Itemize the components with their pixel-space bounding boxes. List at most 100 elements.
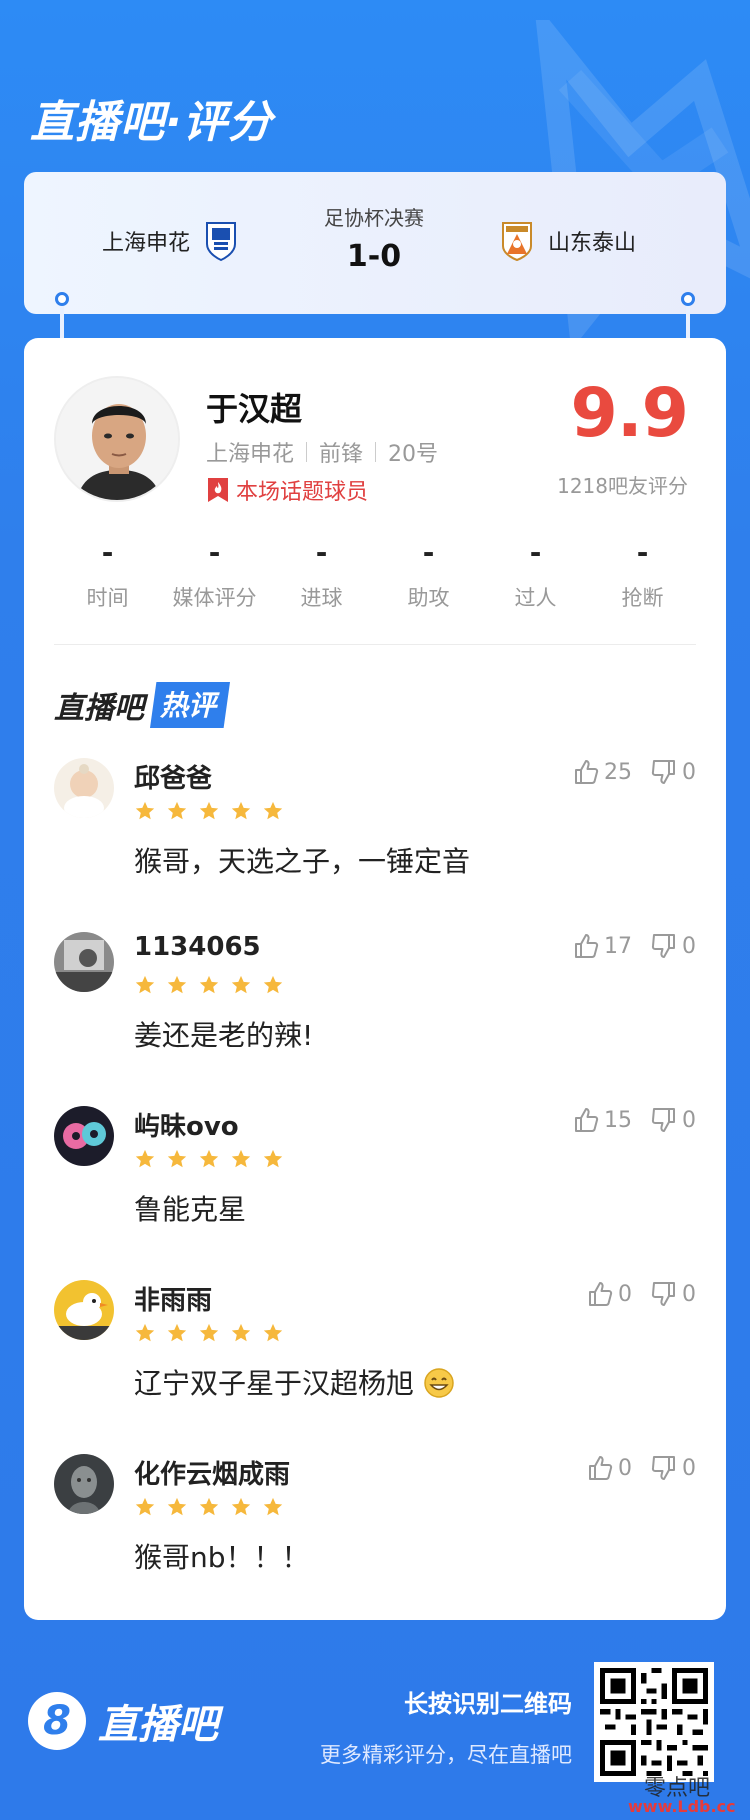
dislike-button[interactable]: 0 — [650, 1280, 696, 1308]
player-photo-icon — [56, 378, 178, 500]
qr-code-icon — [600, 1668, 708, 1776]
star-icon — [231, 1149, 251, 1168]
star-icon — [199, 1497, 219, 1516]
comment-item: 1134065 姜还是老的辣! 17 0 — [54, 924, 696, 1098]
comment-actions: 15 0 — [572, 1106, 696, 1134]
comment-actions: 17 0 — [572, 932, 696, 960]
star-icon — [231, 1323, 251, 1342]
star-icon — [199, 1149, 219, 1168]
player-meta: 上海申花 前锋 20号 — [206, 436, 438, 468]
dislike-count: 0 — [682, 1455, 696, 1481]
stat-label: 进球 — [300, 586, 343, 610]
thumbs-up-icon — [589, 1456, 613, 1480]
comment-text: 猴哥，天选之子，一锤定音 — [134, 845, 471, 878]
stat-item: - 进球 — [268, 536, 375, 612]
player-rating: 9.9 — [570, 374, 689, 453]
match-card: 上海申花 足协杯决赛 1-0 山东泰山 — [24, 172, 726, 314]
cartoon-avatar-icon — [54, 1106, 114, 1166]
stat-item: - 助攻 — [375, 536, 482, 612]
rating-count: 1218吧友评分 — [557, 474, 688, 498]
comment-actions: 0 0 — [586, 1280, 696, 1308]
comment-text-content: 辽宁双子星于汉超杨旭 — [134, 1367, 415, 1400]
player-position: 前锋 — [319, 442, 364, 467]
home-team[interactable]: 上海申花 — [102, 220, 238, 262]
star-icon — [263, 801, 283, 820]
match-score: 1-0 — [346, 239, 402, 274]
watermark-url: www.Ldb.cc — [628, 1797, 736, 1816]
star-icon — [167, 1149, 187, 1168]
stat-label: 抢断 — [621, 586, 664, 610]
comment-actions: 25 0 — [572, 758, 696, 786]
stat-item: - 抢断 — [589, 536, 696, 612]
thumbs-down-icon — [651, 1282, 675, 1306]
comment-username[interactable]: 化作云烟成雨 — [134, 1454, 290, 1491]
like-button[interactable]: 0 — [586, 1280, 632, 1308]
star-icon — [263, 1497, 283, 1516]
like-count: 0 — [618, 1281, 632, 1307]
stats-row: - 时间 - 媒体评分 - 进球 - 助攻 - 过人 - 抢断 — [54, 536, 696, 612]
thumbs-up-icon — [575, 1108, 599, 1132]
stat-value: - — [315, 536, 328, 569]
user-avatar[interactable] — [54, 1106, 114, 1166]
qr-subtitle: 更多精彩评分，尽在直播吧 — [320, 1743, 572, 1767]
comment-item: 非雨雨 辽宁双子星于汉超杨旭 0 0 — [54, 1272, 696, 1446]
grin-emoji-icon — [424, 1368, 454, 1398]
thumbs-up-icon — [575, 760, 599, 784]
dislike-button[interactable]: 0 — [650, 932, 696, 960]
qr-code[interactable] — [594, 1662, 714, 1782]
hot-player-label: 本场话题球员 — [236, 480, 369, 505]
comment-text: 姜还是老的辣! — [134, 1019, 314, 1052]
footer-logo: 8 直播吧 — [28, 1692, 218, 1750]
dislike-button[interactable]: 0 — [650, 1106, 696, 1134]
like-button[interactable]: 15 — [572, 1106, 632, 1134]
star-icon — [263, 1323, 283, 1342]
star-icon — [199, 1323, 219, 1342]
user-avatar[interactable] — [54, 932, 114, 992]
competition-label: 足协杯决赛 — [324, 206, 424, 230]
comment-username[interactable]: 邱爸爸 — [134, 758, 212, 795]
comment-list: 邱爸爸 猴哥，天选之子，一锤定音 25 0 1134065 姜还是老的辣! 17… — [54, 750, 696, 1620]
dislike-button[interactable]: 0 — [650, 758, 696, 786]
match-center: 足协杯决赛 1-0 — [274, 202, 474, 274]
like-button[interactable]: 25 — [572, 758, 632, 786]
qr-hint: 长按识别二维码 更多精彩评分，尽在直播吧 — [320, 1684, 572, 1769]
flame-badge-icon — [208, 478, 228, 502]
comment-text: 鲁能克星 — [134, 1193, 247, 1226]
thumbs-up-icon — [589, 1282, 613, 1306]
stat-item: - 媒体评分 — [161, 536, 268, 612]
comment-username[interactable]: 非雨雨 — [134, 1280, 212, 1317]
dislike-count: 0 — [682, 1281, 696, 1307]
away-team[interactable]: 山东泰山 — [500, 220, 636, 262]
star-icon — [135, 975, 155, 994]
comment-item: 屿昧ovo 鲁能克星 15 0 — [54, 1098, 696, 1272]
qr-title: 长按识别二维码 — [404, 1690, 572, 1718]
user-avatar[interactable] — [54, 1454, 114, 1514]
like-button[interactable]: 17 — [572, 932, 632, 960]
stat-value: - — [101, 536, 114, 569]
hot-header-badge: 热评 — [150, 682, 231, 728]
star-icon — [263, 1149, 283, 1168]
star-icon — [263, 975, 283, 994]
like-count: 25 — [604, 759, 632, 785]
stat-label: 过人 — [514, 586, 557, 610]
hot-header-prefix: 直播吧 — [54, 691, 144, 726]
dislike-button[interactable]: 0 — [650, 1454, 696, 1482]
brand-title: 直播吧·评分 — [30, 97, 273, 148]
like-button[interactable]: 0 — [586, 1454, 632, 1482]
star-icon — [231, 975, 251, 994]
star-icon — [135, 1149, 155, 1168]
player-avatar[interactable] — [54, 376, 180, 502]
comment-text: 猴哥nb！！！ — [134, 1541, 310, 1574]
hot-comments-header: 直播吧 热评 — [54, 682, 231, 728]
connector-dot — [681, 292, 695, 306]
thumbs-down-icon — [651, 1108, 675, 1132]
star-icon — [199, 975, 219, 994]
comment-item: 邱爸爸 猴哥，天选之子，一锤定音 25 0 — [54, 750, 696, 924]
comment-username[interactable]: 屿昧ovo — [134, 1106, 239, 1143]
user-avatar[interactable] — [54, 1280, 114, 1340]
player-number: 20号 — [388, 442, 439, 467]
user-avatar[interactable] — [54, 758, 114, 818]
comment-username[interactable]: 1134065 — [134, 932, 261, 962]
meta-divider — [375, 442, 377, 462]
stat-item: - 过人 — [482, 536, 589, 612]
